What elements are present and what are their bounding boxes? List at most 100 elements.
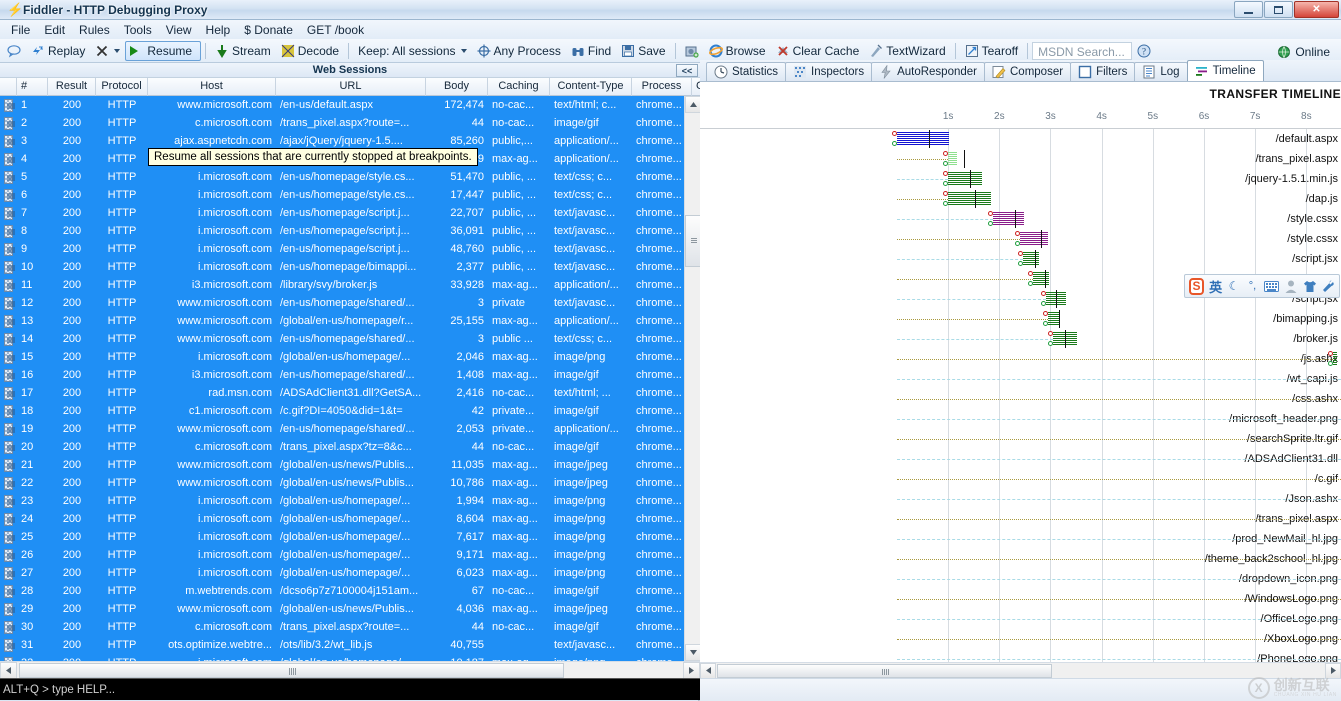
timeline-row[interactable]: /XboxLogo.png xyxy=(700,629,1341,649)
timeline-row[interactable]: /c.gif xyxy=(700,469,1341,489)
table-row[interactable]: 21200HTTPwww.microsoft.com/global/en-us/… xyxy=(0,456,684,474)
tab-timeline[interactable]: Timeline xyxy=(1187,60,1264,81)
table-row[interactable]: 26200HTTPi.microsoft.com/global/en-us/ho… xyxy=(0,546,684,564)
column-header-body[interactable]: Body xyxy=(426,78,488,96)
table-row[interactable]: 1200HTTPwww.microsoft.com/en-us/default.… xyxy=(0,96,684,114)
timeline-row[interactable]: /OfficeLogo.png xyxy=(700,609,1341,629)
column-header-caching[interactable]: Caching xyxy=(488,78,550,96)
timeline-hscroll-track[interactable] xyxy=(716,663,1325,679)
column-header-protocol[interactable]: Protocol xyxy=(96,78,148,96)
screenshot-button[interactable] xyxy=(680,41,704,61)
timeline-bar[interactable] xyxy=(993,212,1025,227)
keyboard-icon[interactable] xyxy=(1264,278,1279,294)
timeline-row[interactable]: /searchSprite.ltr.gif xyxy=(700,429,1341,449)
scrollbar-thumb[interactable] xyxy=(685,215,701,267)
timeline-bar[interactable] xyxy=(897,132,949,147)
column-header-number[interactable]: # xyxy=(17,78,48,96)
decode-button[interactable]: Decode xyxy=(276,41,344,61)
textwizard-button[interactable]: TextWizard xyxy=(864,41,950,61)
table-row[interactable]: 19200HTTPwww.microsoft.com/en-us/homepag… xyxy=(0,420,684,438)
tab-inspectors[interactable]: Inspectors xyxy=(785,62,872,81)
menu-edit[interactable]: Edit xyxy=(37,21,72,39)
table-row[interactable]: 6200HTTPi.microsoft.com/en-us/homepage/s… xyxy=(0,186,684,204)
help-button[interactable]: ? xyxy=(1132,41,1156,61)
timeline-row[interactable]: /ADSAdClient31.dll xyxy=(700,449,1341,469)
tab-statistics[interactable]: Statistics xyxy=(706,62,786,81)
table-row[interactable]: 2200HTTPc.microsoft.com/trans_pixel.aspx… xyxy=(0,114,684,132)
timeline-row[interactable]: /trans_pixel.aspx xyxy=(700,509,1341,529)
timeline-row[interactable]: /bimapping.js xyxy=(700,309,1341,329)
table-row[interactable]: 32200HTTPi.microsoft.com/global/en-us/ho… xyxy=(0,654,684,661)
sessions-horizontal-scrollbar[interactable] xyxy=(0,661,700,678)
table-row[interactable]: 13200HTTPwww.microsoft.com/global/en-us/… xyxy=(0,312,684,330)
timeline-row[interactable]: /style.cssx xyxy=(700,229,1341,249)
comment-button[interactable] xyxy=(2,41,26,61)
timeline-bar[interactable] xyxy=(948,152,957,167)
table-row[interactable]: 14200HTTPwww.microsoft.com/en-us/homepag… xyxy=(0,330,684,348)
timeline-row[interactable]: /microsoft_header.png xyxy=(700,409,1341,429)
column-header-process[interactable]: Process xyxy=(632,78,692,96)
resume-button[interactable]: Resume xyxy=(125,41,201,61)
table-row[interactable]: 9200HTTPi.microsoft.com/en-us/homepage/s… xyxy=(0,240,684,258)
sessions-vertical-scrollbar[interactable] xyxy=(684,96,700,661)
table-row[interactable]: 17200HTTPrad.msn.com/ADSAdClient31.dll?G… xyxy=(0,384,684,402)
table-row[interactable]: 10200HTTPi.microsoft.com/en-us/homepage/… xyxy=(0,258,684,276)
table-row[interactable]: 16200HTTPi3.microsoft.com/en-us/homepage… xyxy=(0,366,684,384)
table-row[interactable]: 24200HTTPi.microsoft.com/global/en-us/ho… xyxy=(0,510,684,528)
timeline-row[interactable]: /prod_NewMail_hl.jpg xyxy=(700,529,1341,549)
tab-filters[interactable]: Filters xyxy=(1070,62,1135,81)
remove-dropdown-caret[interactable] xyxy=(114,49,120,53)
column-header-host[interactable]: Host xyxy=(148,78,276,96)
menu-get-book[interactable]: GET /book xyxy=(300,21,371,39)
timeline-row[interactable]: /dropdown_icon.png xyxy=(700,569,1341,589)
tools-icon[interactable] xyxy=(1322,278,1335,294)
minimize-button[interactable] xyxy=(1234,1,1263,18)
tab-autoresponder[interactable]: AutoResponder xyxy=(871,62,985,81)
table-row[interactable]: 28200HTTPm.webtrends.com/dcso6p7z7100004… xyxy=(0,582,684,600)
table-row[interactable]: 12200HTTPwww.microsoft.com/en-us/homepag… xyxy=(0,294,684,312)
tearoff-button[interactable]: Tearoff xyxy=(960,41,1023,61)
table-row[interactable]: 27200HTTPi.microsoft.com/global/en-us/ho… xyxy=(0,564,684,582)
timeline-row[interactable]: /WindowsLogo.png xyxy=(700,589,1341,609)
timeline-row[interactable]: /broker.js xyxy=(700,329,1341,349)
timeline-row[interactable]: /css.ashx xyxy=(700,389,1341,409)
sogou-ime-toolbar[interactable]: S 英 ☾ °, xyxy=(1184,274,1340,298)
tab-log[interactable]: Log xyxy=(1134,62,1187,81)
timeline-row[interactable]: /theme_back2school_hl.jpg xyxy=(700,549,1341,569)
timeline-row[interactable]: /js.ashx xyxy=(700,349,1341,369)
timeline-bar[interactable] xyxy=(1023,252,1039,267)
timeline-bar[interactable] xyxy=(1020,232,1049,247)
timeline-row[interactable]: /script.jsx xyxy=(700,249,1341,269)
table-row[interactable]: 5200HTTPi.microsoft.com/en-us/homepage/s… xyxy=(0,168,684,186)
column-header-content-type[interactable]: Content-Type xyxy=(550,78,632,96)
hscroll-thumb[interactable] xyxy=(19,663,564,678)
menu-view[interactable]: View xyxy=(159,21,199,39)
scroll-up-arrow[interactable] xyxy=(685,96,701,113)
collapse-panel-button[interactable]: << xyxy=(676,64,698,77)
tab-composer[interactable]: Composer xyxy=(984,62,1071,81)
timeline-bar[interactable] xyxy=(1048,312,1059,327)
menu-file[interactable]: File xyxy=(4,21,37,39)
timeline-bar[interactable] xyxy=(948,192,990,207)
browse-button[interactable]: Browse xyxy=(704,41,771,61)
replay-button[interactable]: Replay xyxy=(26,41,90,61)
timeline-view[interactable]: TRANSFER TIMELINE 1s2s3s4s5s6s7s8s /defa… xyxy=(700,82,1341,678)
column-header-icon[interactable] xyxy=(0,78,17,96)
moon-icon[interactable]: ☾ xyxy=(1227,278,1240,294)
table-row[interactable]: 8200HTTPi.microsoft.com/en-us/homepage/s… xyxy=(0,222,684,240)
menu-tools[interactable]: Tools xyxy=(117,21,159,39)
timeline-bar[interactable] xyxy=(1033,272,1050,287)
skin-shirt-icon[interactable] xyxy=(1303,278,1317,294)
scroll-right-arrow[interactable] xyxy=(683,662,700,679)
timeline-row[interactable]: /style.cssx xyxy=(700,209,1341,229)
column-header-result[interactable]: Result xyxy=(48,78,96,96)
punctuation-icon[interactable]: °, xyxy=(1246,278,1259,294)
timeline-hscroll-thumb[interactable] xyxy=(717,664,1052,678)
timeline-row[interactable]: /Json.ashx xyxy=(700,489,1341,509)
table-row[interactable]: 7200HTTPi.microsoft.com/en-us/homepage/s… xyxy=(0,204,684,222)
scroll-down-arrow[interactable] xyxy=(685,644,701,661)
table-row[interactable]: 31200HTTPots.optimize.webtre.../ots/lib/… xyxy=(0,636,684,654)
sessions-list[interactable]: 1200HTTPwww.microsoft.com/en-us/default.… xyxy=(0,96,684,661)
table-row[interactable]: 11200HTTPi3.microsoft.com/library/svy/br… xyxy=(0,276,684,294)
save-button[interactable]: Save xyxy=(616,41,670,61)
